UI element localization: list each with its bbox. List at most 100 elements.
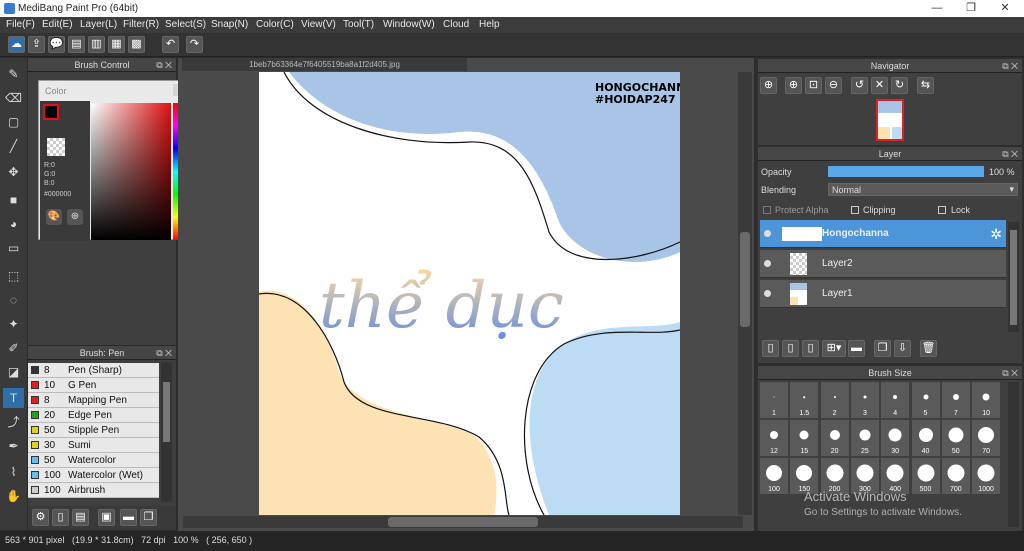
menu-edit[interactable]: Edit(E) (42, 19, 73, 30)
brush-size-cell[interactable]: 100 (760, 458, 788, 494)
new-layer-1bit-icon[interactable]: ▯ (802, 340, 819, 357)
zoom-in-icon[interactable]: ⊕ (785, 77, 802, 94)
brush-item[interactable]: 50 Stipple Pen (28, 423, 159, 438)
layer-scrollbar[interactable] (1008, 222, 1019, 332)
visibility-icon[interactable] (764, 290, 771, 297)
hand-tool-icon[interactable]: ✋ (3, 486, 24, 506)
hex-value[interactable]: #000000 (44, 191, 71, 198)
material-icon[interactable]: ▤ (68, 36, 85, 53)
canvas-horizontal-scrollbar[interactable] (183, 516, 743, 528)
saturation-value-picker[interactable] (91, 103, 171, 240)
layer-row-layer1[interactable]: Layer1 (760, 280, 1006, 308)
transparent-swatch[interactable] (47, 138, 65, 156)
brush-item[interactable]: 10 G Pen (28, 378, 159, 393)
reset-view-icon[interactable]: ✕ (871, 77, 888, 94)
new-brush-icon[interactable]: ▯ (52, 509, 69, 526)
gear-icon[interactable]: ✲ (990, 226, 1002, 243)
add-layer-menu-icon[interactable]: ⊞▾ (822, 340, 846, 357)
brush-size-cell[interactable]: 3 (850, 382, 879, 418)
merge-layer-icon[interactable]: ⇩ (894, 340, 911, 357)
lock-checkbox[interactable] (938, 206, 946, 214)
brush-list-scrollbar[interactable] (161, 362, 172, 502)
eraser-tool-icon[interactable]: ⌫ (3, 88, 24, 108)
select-eraser-icon[interactable]: ◪ (3, 362, 24, 382)
brush-size-cell[interactable]: 1000 (972, 458, 1001, 494)
zoom-out-icon[interactable]: ⊖ (825, 77, 842, 94)
brush-size-cell[interactable]: 2 (820, 382, 849, 418)
panel-close-icon[interactable]: ⧉ ✕ (1002, 147, 1018, 161)
magic-wand-icon[interactable]: ✦ (3, 314, 24, 334)
brush-item[interactable]: 30 Sumi (28, 438, 159, 453)
line-tool-icon[interactable]: ╱ (3, 136, 24, 156)
menu-view[interactable]: View(V) (301, 19, 336, 30)
canvas[interactable]: thể dục HONGOCHANNA #HOIDAP247 (259, 72, 680, 515)
select-rect-icon[interactable]: ⬚ (3, 266, 24, 286)
select-pen-icon[interactable]: ✐ (3, 338, 24, 358)
palette-add-icon[interactable]: ⊕ (67, 209, 83, 225)
menu-help[interactable]: Help (479, 19, 500, 30)
brush-size-cell[interactable]: 50 (941, 420, 970, 456)
close-button[interactable]: ✕ (988, 0, 1022, 17)
brush-size-cell[interactable]: 700 (941, 458, 970, 494)
move-tool-icon[interactable]: ✥ (3, 162, 24, 182)
eyedropper-icon[interactable]: ⌇ (3, 462, 24, 482)
panel-close-icon[interactable]: ⧉ ✕ (1002, 59, 1018, 73)
cloud-icon[interactable]: ☁ (8, 36, 25, 53)
blending-select[interactable]: Normal ▾ (828, 183, 1018, 196)
redo-icon[interactable]: ↷ (186, 36, 203, 53)
bucket-tool-icon[interactable]: ◕ (3, 214, 24, 234)
grid-icon[interactable]: ▩ (128, 36, 145, 53)
palette-icon[interactable]: 🎨 (46, 209, 62, 225)
canvas-vertical-scrollbar[interactable] (738, 72, 752, 515)
opacity-slider[interactable] (828, 166, 984, 177)
panel-close-icon[interactable]: ⧉ ✕ (156, 58, 172, 72)
brush-size-cell[interactable]: 10 (972, 382, 1001, 418)
fit-icon[interactable]: ⊡ (805, 77, 822, 94)
menu-color[interactable]: Color(C) (256, 19, 294, 30)
brush-size-cell[interactable]: 4 (881, 382, 910, 418)
menu-layer[interactable]: Layer(L) (80, 19, 117, 30)
brush-size-cell[interactable]: 40 (911, 420, 940, 456)
menu-filter[interactable]: Filter(R) (123, 19, 159, 30)
brush-size-cell[interactable]: 1 (760, 382, 788, 418)
brush-size-cell[interactable]: 5 (911, 382, 940, 418)
maximize-button[interactable]: ❐ (954, 0, 988, 17)
brush-tool-icon[interactable]: ✎ (3, 64, 24, 84)
menu-tool[interactable]: Tool(T) (343, 19, 374, 30)
layer-row-layer2[interactable]: Layer2 (760, 250, 1006, 278)
menu-cloud[interactable]: Cloud (443, 19, 469, 30)
minimize-button[interactable]: — (920, 0, 954, 17)
flip-icon[interactable]: ⇆ (917, 77, 934, 94)
brush-item[interactable]: 20 Edge Pen (28, 408, 159, 423)
new-layer-8bit-icon[interactable]: ▯ (782, 340, 799, 357)
brush-size-cell[interactable]: 12 (760, 420, 788, 456)
document-icon[interactable]: ▥ (88, 36, 105, 53)
brush-item[interactable]: 100 Airbrush (28, 483, 159, 498)
duplicate-layer-icon[interactable]: ❐ (874, 340, 891, 357)
brush-item[interactable]: 100 Watercolor (Wet) (28, 468, 159, 483)
folder-icon[interactable]: ▬ (120, 509, 137, 526)
brush-item[interactable]: 8 Pen (Sharp) (28, 363, 159, 378)
brush-folder-icon[interactable]: ▣ (98, 509, 115, 526)
protect-alpha-checkbox[interactable] (763, 206, 771, 214)
undo-icon[interactable]: ↶ (162, 36, 179, 53)
brush-size-scrollbar[interactable] (1008, 382, 1019, 527)
operation-tool-icon[interactable]: ⤴ (3, 412, 24, 432)
panel-close-icon[interactable]: ⧉ ✕ (156, 346, 172, 360)
text-tool-icon[interactable]: T (3, 388, 24, 408)
panel-icon[interactable]: ▦ (108, 36, 125, 53)
brush-size-cell[interactable]: 7 (941, 382, 970, 418)
brush-size-cell[interactable]: 1.5 (790, 382, 819, 418)
foreground-color-swatch[interactable] (43, 104, 59, 120)
brush-size-cell[interactable]: 500 (911, 458, 940, 494)
brush-size-cell[interactable]: 30 (881, 420, 910, 456)
gradient-tool-icon[interactable]: ▭ (3, 238, 24, 258)
menu-window[interactable]: Window(W) (383, 19, 435, 30)
copy-brush-icon[interactable]: ❐ (140, 509, 157, 526)
menu-select[interactable]: Select(S) (165, 19, 206, 30)
clipping-checkbox[interactable] (851, 206, 859, 214)
brush-item[interactable]: 50 Watercolor (28, 453, 159, 468)
brush-size-cell[interactable]: 70 (972, 420, 1001, 456)
delete-layer-icon[interactable]: 🗑 (920, 340, 937, 357)
navigator-thumbnail[interactable] (876, 99, 904, 141)
